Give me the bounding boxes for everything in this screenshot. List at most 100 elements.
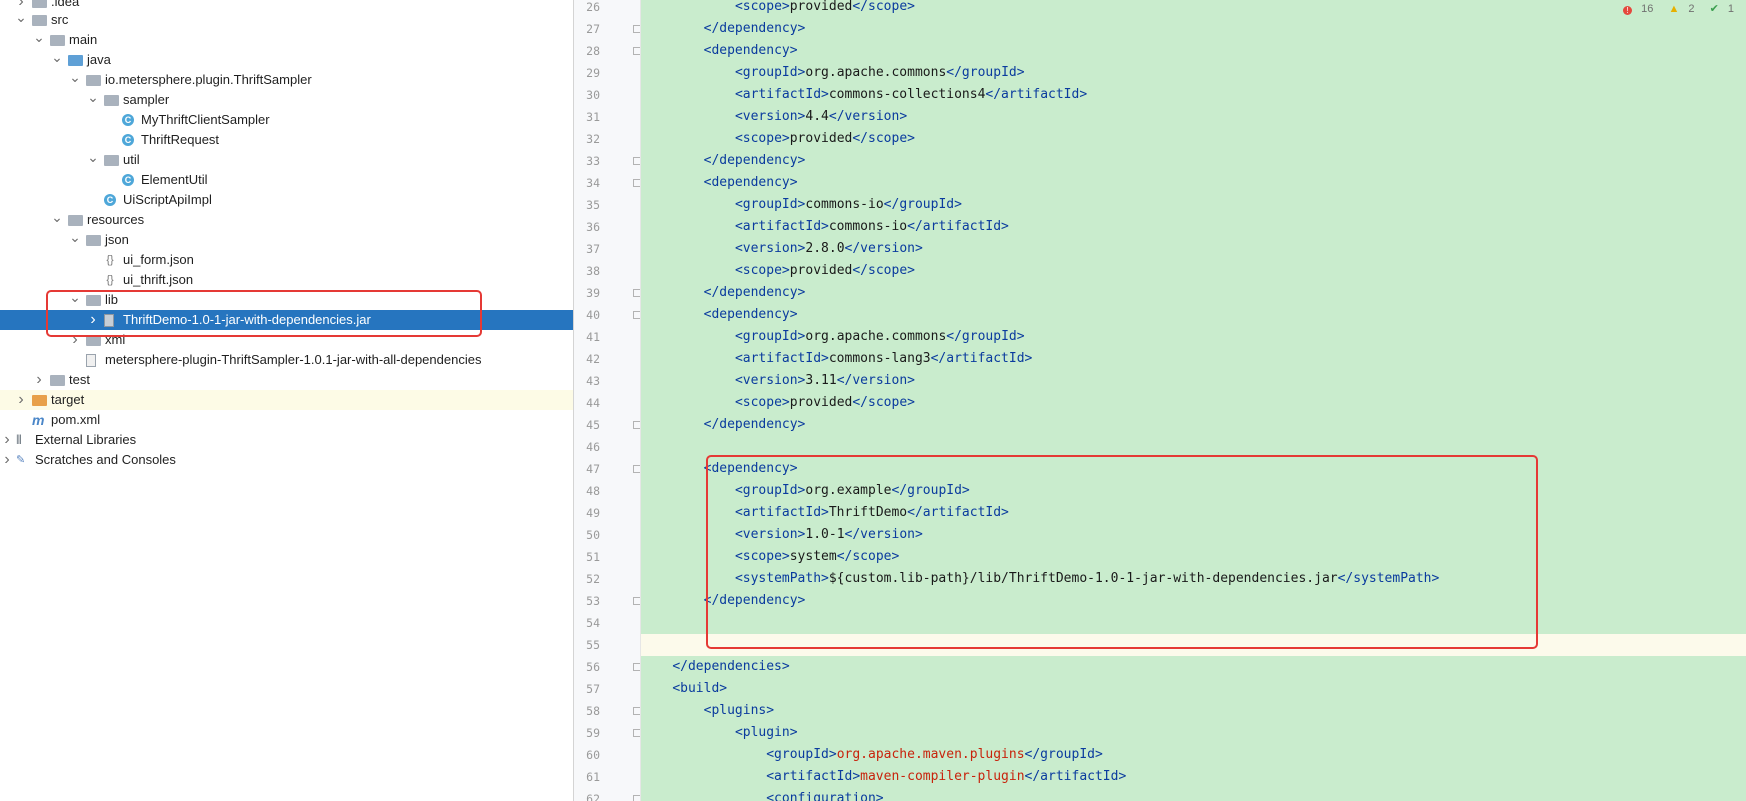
code-line[interactable]: <version>4.4</version> — [641, 106, 1746, 128]
chevron-down-icon[interactable]: ⌄ — [68, 290, 82, 310]
chevron-right-icon[interactable]: › — [86, 310, 100, 330]
chevron-down-icon[interactable]: ⌄ — [68, 230, 82, 250]
code-line[interactable]: <dependency> — [641, 458, 1746, 480]
xml-tag: </version> — [844, 241, 923, 256]
tree-item[interactable]: ⌄ lib — [0, 290, 573, 310]
class-icon: C — [122, 114, 134, 126]
tree-item[interactable]: C UiScriptApiImpl — [0, 190, 573, 210]
code-line[interactable]: <systemPath>${custom.lib-path}/lib/Thrif… — [641, 568, 1746, 590]
tree-item[interactable]: ⌄ util — [0, 150, 573, 170]
code-line[interactable]: <groupId>org.example</groupId> — [641, 480, 1746, 502]
code-line[interactable]: <groupId>org.apache.commons</groupId> — [641, 62, 1746, 84]
code-line[interactable]: <groupId>org.apache.commons</groupId> — [641, 326, 1746, 348]
xml-tag: <groupId> — [734, 483, 806, 498]
xml-tag: <dependency> — [703, 307, 798, 322]
code-line[interactable]: <plugins> — [641, 700, 1746, 722]
xml-tag: </dependency> — [703, 21, 806, 36]
code-line[interactable]: <scope>system</scope> — [641, 546, 1746, 568]
code-line[interactable]: </dependency> — [641, 414, 1746, 436]
xml-tag: <scope> — [734, 395, 790, 410]
tree-item[interactable]: › test — [0, 370, 573, 390]
chevron-right-icon[interactable]: › — [14, 390, 28, 410]
code-line[interactable]: <groupId>org.apache.maven.plugins</group… — [641, 744, 1746, 766]
chevron-down-icon[interactable]: ⌄ — [50, 210, 64, 230]
tree-item[interactable]: {} ui_thrift.json — [0, 270, 573, 290]
tree-item-label: src — [51, 12, 69, 27]
errors-indicator[interactable]: ! 16 — [1617, 3, 1653, 15]
code-line[interactable]: <artifactId>commons-collections4</artifa… — [641, 84, 1746, 106]
code-line[interactable] — [641, 634, 1746, 656]
code-line[interactable] — [641, 436, 1746, 458]
tree-item[interactable]: › xml — [0, 330, 573, 350]
code-line[interactable] — [641, 612, 1746, 634]
chevron-down-icon[interactable]: ⌄ — [32, 30, 46, 50]
tree-item[interactable]: ⌄ src — [0, 10, 573, 30]
warnings-indicator[interactable]: ▲ 2 — [1662, 3, 1694, 15]
code-line[interactable]: </dependency> — [641, 18, 1746, 40]
tree-item[interactable]: ⌄ resources — [0, 210, 573, 230]
chevron-right-icon[interactable]: › — [0, 430, 14, 450]
code-line[interactable]: <build> — [641, 678, 1746, 700]
code-line[interactable]: </dependency> — [641, 590, 1746, 612]
tree-item[interactable]: › ||| External Libraries — [0, 430, 573, 450]
code-line[interactable]: <configuration> — [641, 788, 1746, 801]
chevron-down-icon[interactable]: ⌄ — [68, 70, 82, 90]
inspection-widget[interactable]: ! 16 ▲ 2 ✔ 1 — [1611, 2, 1734, 20]
tree-item[interactable]: ⌄ java — [0, 50, 573, 70]
code-line[interactable]: <scope>provided</scope> — [641, 0, 1746, 18]
folder-icon — [32, 15, 47, 26]
xml-tag: <version> — [734, 109, 806, 124]
tree-item[interactable]: ⌄ json — [0, 230, 573, 250]
tree-item[interactable]: C ThriftRequest — [0, 130, 573, 150]
tree-item[interactable]: ⌄ main — [0, 30, 573, 50]
line-number: 55 — [586, 638, 600, 652]
code-line[interactable]: <artifactId>ThriftDemo</artifactId> — [641, 502, 1746, 524]
code-line[interactable]: </dependencies> — [641, 656, 1746, 678]
tree-item[interactable]: C MyThriftClientSampler — [0, 110, 573, 130]
tree-item[interactable]: › ThriftDemo-1.0-1-jar-with-dependencies.… — [0, 310, 573, 330]
code-line[interactable]: <dependency> — [641, 304, 1746, 326]
code-line[interactable]: <artifactId>maven-compiler-plugin</artif… — [641, 766, 1746, 788]
tree-item[interactable]: metersphere-plugin-ThriftSampler-1.0.1-j… — [0, 350, 573, 370]
code-line[interactable]: <version>2.8.0</version> — [641, 238, 1746, 260]
tree-item[interactable]: › target — [0, 390, 573, 410]
tree-item[interactable]: ⌄ sampler — [0, 90, 573, 110]
code-line[interactable]: <scope>provided</scope> — [641, 392, 1746, 414]
tree-item[interactable]: m pom.xml — [0, 410, 573, 430]
code-line[interactable]: <plugin> — [641, 722, 1746, 744]
chevron-right-icon[interactable]: › — [68, 330, 82, 350]
chevron-down-icon[interactable]: ⌄ — [86, 90, 100, 110]
tree-item[interactable]: C ElementUtil — [0, 170, 573, 190]
xml-tag: <scope> — [734, 263, 790, 278]
code-line[interactable]: <groupId>commons-io</groupId> — [641, 194, 1746, 216]
code-line[interactable]: </dependency> — [641, 150, 1746, 172]
ok-indicator[interactable]: ✔ 1 — [1704, 3, 1734, 15]
code-line[interactable]: <version>1.0-1</version> — [641, 524, 1746, 546]
code-line[interactable]: <artifactId>commons-lang3</artifactId> — [641, 348, 1746, 370]
code-editor[interactable]: 26 27 28 29 30 31 32 33 34 35 36 37 38 39 40 41 42 43 44 45… — [574, 0, 1746, 801]
tree-item[interactable]: {} ui_form.json — [0, 250, 573, 270]
xml-tag: </version> — [844, 527, 923, 542]
chevron-down-icon[interactable]: ⌄ — [86, 150, 100, 170]
code-line[interactable]: <artifactId>commons-io</artifactId> — [641, 216, 1746, 238]
xml-tag: <artifactId> — [734, 351, 829, 366]
code-line[interactable]: <scope>provided</scope> — [641, 128, 1746, 150]
chevron-right-icon[interactable]: › — [32, 370, 46, 390]
chevron-right-icon[interactable]: › — [0, 450, 14, 470]
code-line[interactable]: <version>3.11</version> — [641, 370, 1746, 392]
tree-item-label: xml — [105, 332, 126, 347]
tree-item[interactable]: ⌄ io.metersphere.plugin.ThriftSampler — [0, 70, 573, 90]
code-line[interactable]: <dependency> — [641, 40, 1746, 62]
code-line[interactable]: <dependency> — [641, 172, 1746, 194]
code-line[interactable]: </dependency> — [641, 282, 1746, 304]
tree-item[interactable]: › ✎ Scratches and Consoles — [0, 450, 573, 470]
chevron-down-icon[interactable]: ⌄ — [50, 50, 64, 70]
code-line[interactable]: <scope>provided</scope> — [641, 260, 1746, 282]
chevron-down-icon[interactable]: ⌄ — [14, 10, 28, 30]
